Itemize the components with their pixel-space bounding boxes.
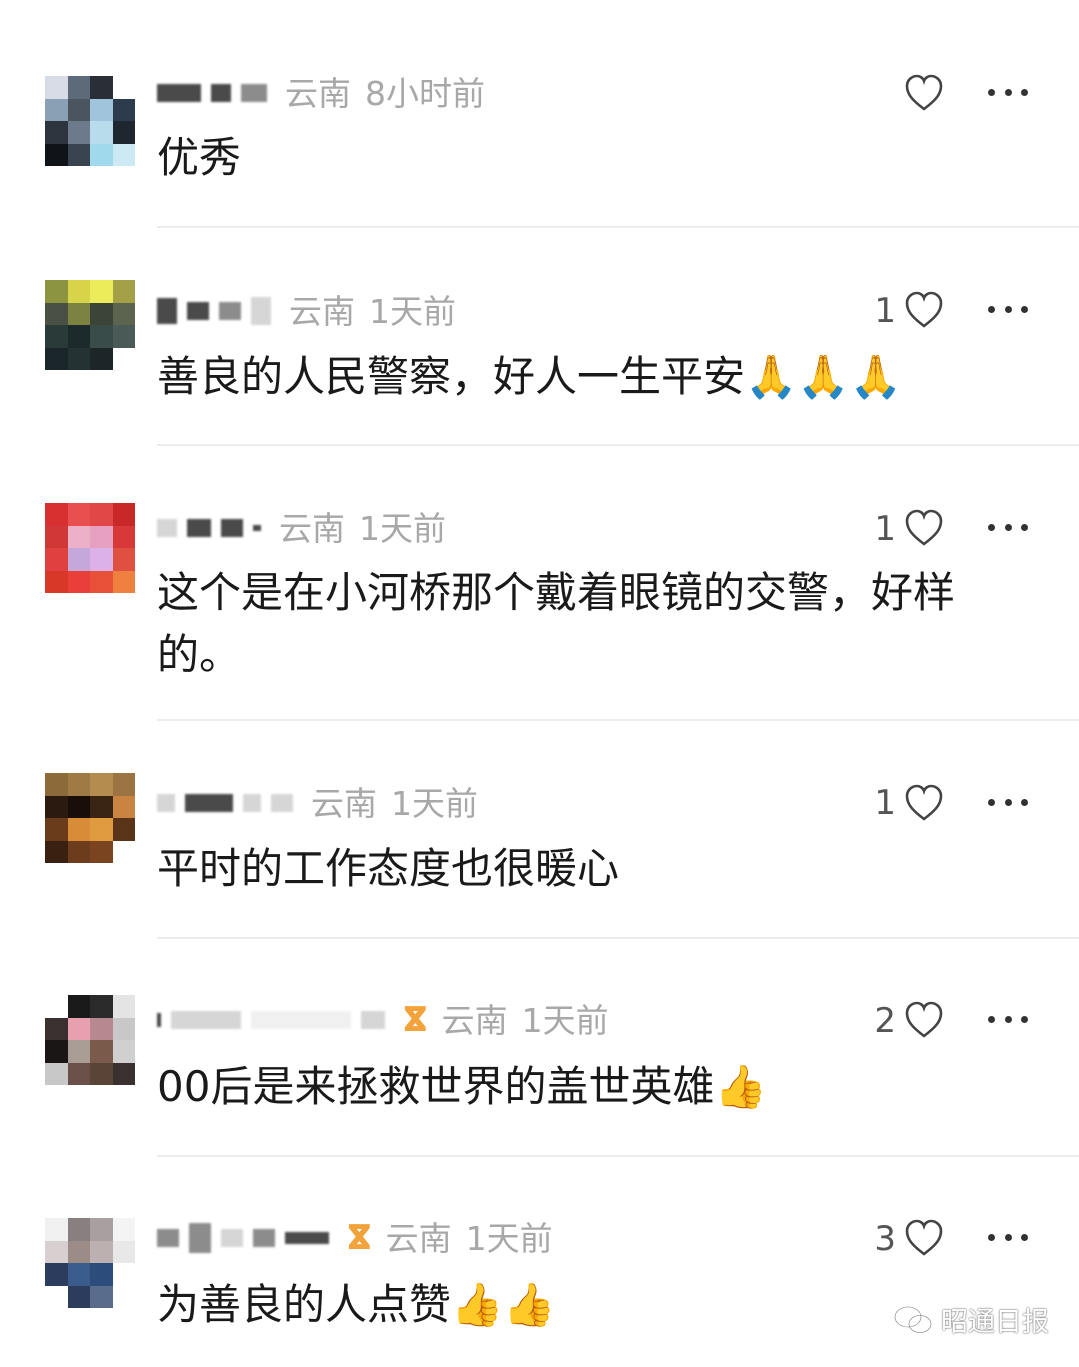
time-label: 1天前	[359, 508, 446, 548]
more-dots-icon[interactable]	[988, 522, 1028, 532]
like-count: 1	[874, 783, 896, 823]
badge-icon: ⴵ	[347, 1218, 372, 1258]
comment-text: 善良的人民警察，好人一生平安🙏🙏🙏	[157, 352, 902, 401]
comment-text: 这个是在小河桥那个戴着眼镜的交警，好样的。	[157, 568, 956, 679]
avatar[interactable]	[45, 995, 135, 1085]
divider	[157, 719, 1079, 721]
divider	[157, 226, 1079, 228]
time-label: 1天前	[465, 1218, 553, 1258]
time-label: 1天前	[369, 291, 456, 331]
watermark: 昭通日报	[893, 1300, 1049, 1339]
comment-meta: ⴵ 云南 1天前	[157, 1218, 553, 1258]
heart-outline-icon[interactable]	[904, 291, 944, 329]
location-label: 云南	[441, 1000, 508, 1040]
more-dots-icon[interactable]	[988, 797, 1028, 807]
watermark-label: 昭通日报	[941, 1307, 1049, 1338]
divider	[157, 937, 1079, 939]
username-blurred[interactable]	[157, 297, 271, 325]
avatar[interactable]	[45, 76, 135, 166]
time-label: 8小时前	[365, 73, 485, 113]
avatar[interactable]	[45, 1218, 135, 1308]
time-label: 1天前	[521, 1000, 609, 1040]
location-label: 云南	[285, 73, 351, 113]
avatar[interactable]	[45, 503, 135, 593]
divider	[157, 444, 1079, 446]
time-label: 1天前	[391, 783, 478, 823]
heart-outline-icon[interactable]	[904, 1001, 944, 1039]
like-count: 3	[874, 1219, 896, 1259]
comment-meta: ⴵ 云南 1天前	[157, 1000, 609, 1040]
avatar[interactable]	[45, 773, 135, 863]
location-label: 云南	[289, 291, 355, 331]
heart-outline-icon[interactable]	[904, 784, 944, 822]
username-blurred[interactable]	[157, 794, 293, 812]
more-dots-icon[interactable]	[988, 87, 1028, 97]
location-label: 云南	[279, 508, 345, 548]
comment-text: 优秀	[157, 133, 242, 182]
comment-meta: 云南 1天前	[157, 783, 478, 823]
username-blurred[interactable]	[157, 519, 261, 537]
divider	[157, 1155, 1079, 1157]
heart-outline-icon[interactable]	[904, 1219, 944, 1257]
avatar[interactable]	[45, 280, 135, 370]
location-label: 云南	[385, 1218, 452, 1258]
username-blurred[interactable]	[157, 1011, 385, 1029]
more-dots-icon[interactable]	[988, 1232, 1028, 1242]
like-count: 2	[874, 1001, 896, 1041]
heart-outline-icon[interactable]	[904, 509, 944, 547]
wechat-icon	[893, 1305, 933, 1334]
comment-meta: 云南 1天前	[157, 508, 446, 548]
comment-meta: 云南 8小时前	[157, 73, 485, 113]
more-dots-icon[interactable]	[988, 1014, 1028, 1024]
more-dots-icon[interactable]	[988, 304, 1028, 314]
heart-outline-icon[interactable]	[904, 74, 944, 112]
username-blurred[interactable]	[157, 84, 267, 102]
like-count: 1	[874, 291, 896, 331]
comment-text: 00后是来拯救世界的盖世英雄👍	[157, 1062, 767, 1111]
comment-meta: 云南 1天前	[157, 291, 456, 331]
username-blurred[interactable]	[157, 1223, 329, 1253]
comment-text: 平时的工作态度也很暖心	[157, 844, 620, 893]
location-label: 云南	[311, 783, 377, 823]
like-count: 1	[874, 509, 896, 549]
badge-icon: ⴵ	[403, 1000, 428, 1040]
